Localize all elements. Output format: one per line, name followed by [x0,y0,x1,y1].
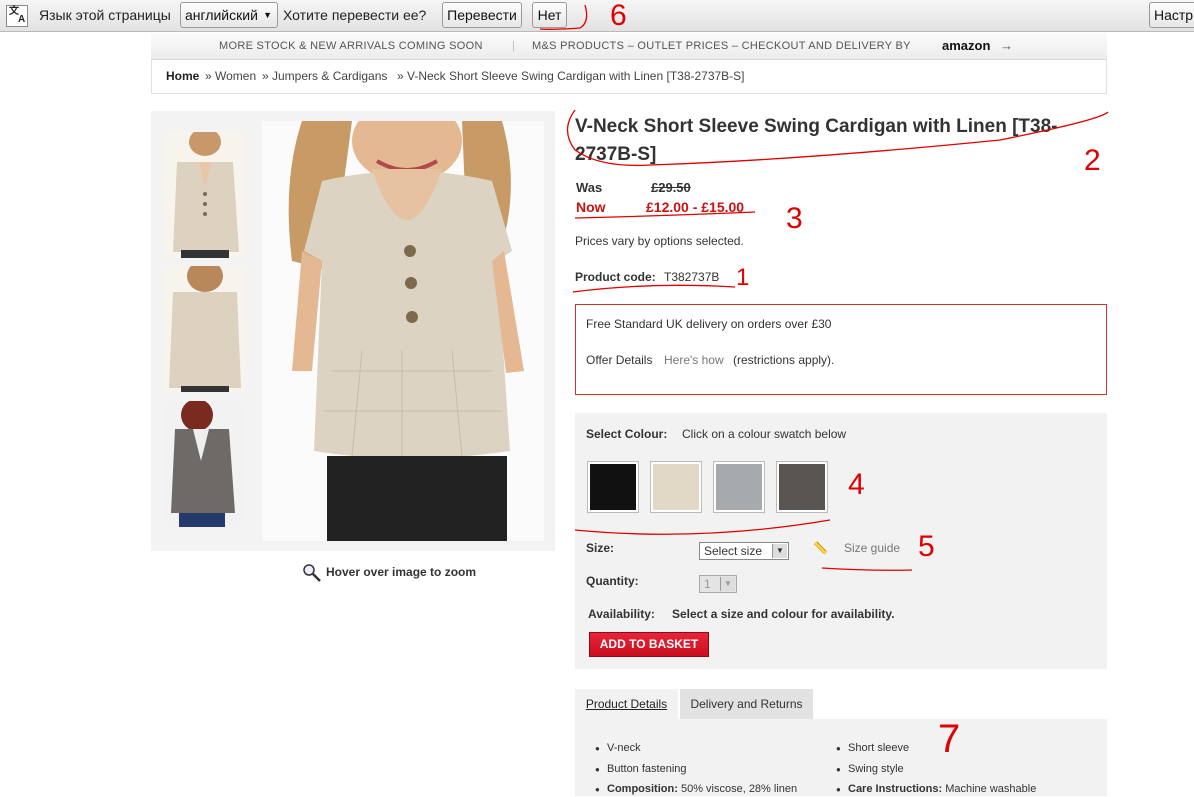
delivery-offer-box: Free Standard UK delivery on orders over… [575,304,1107,395]
size-select-value: Select size [704,544,763,558]
composition-label: Composition: [607,783,678,795]
translate-button[interactable]: Перевести [442,2,522,28]
product-gallery [151,111,555,551]
chevron-down-icon: ▼ [772,544,787,558]
thumbnail-back[interactable] [163,266,245,392]
composition-value: 50% viscose, 28% linen [680,783,798,795]
promo-bar: MORE STOCK & NEW ARRIVALS COMING SOON | … [151,33,1107,60]
free-delivery-text: Free Standard UK delivery on orders over… [586,317,832,331]
zoom-hint-text: Hover over image to zoom [326,565,477,580]
no-translate-button[interactable]: Нет [532,2,567,28]
thumbnail-front[interactable] [163,132,245,258]
cardigan-front-thumb-image [163,132,245,258]
breadcrumb-category[interactable]: » Jumpers & Cardigans [262,69,387,83]
breadcrumb-home[interactable]: Home [166,69,199,83]
cardigan-grey-thumb-image [163,401,245,527]
product-title: V-Neck Short Sleeve Swing Cardigan with … [575,113,1100,169]
heres-how-link[interactable]: Here's how [664,353,724,367]
now-label: Now [576,199,606,215]
tab-product-details[interactable]: Product Details [575,689,678,719]
bullet-composition: Composition: 50% viscose, 28% linen [595,783,798,797]
tab-delivery-returns[interactable]: Delivery and Returns [680,689,813,719]
bullet-item: Short sleeve [836,742,909,756]
annotation-underline-1 [572,284,736,293]
breadcrumb-current: » V-Neck Short Sleeve Swing Cardigan wit… [397,69,745,83]
swatch-black-fill [590,464,636,510]
language-value: английский [185,7,258,23]
product-title-line2: 2737B-S] [575,144,657,165]
quantity-select[interactable]: 1 ▼ [699,575,737,593]
translate-icon[interactable]: 文A [6,5,28,27]
now-price: £12.00 - £15.00 [646,199,745,215]
chevron-down-icon: ▼ [263,10,272,20]
arrow-right-icon: → [1000,38,1014,53]
bullet-item: Swing style [836,763,904,777]
amazon-logo: amazon [942,38,991,53]
offer-details-label: Offer Details [586,353,653,367]
promo-left-text[interactable]: MORE STOCK & NEW ARRIVALS COMING SOON [219,40,483,52]
size-select[interactable]: Select size ▼ [699,542,789,560]
was-label: Was [576,180,603,195]
annotation-number-3: 3 [786,202,803,235]
cardigan-back-thumb-image [163,266,245,392]
translate-bar: 文A Язык этой страницы английский ▼ Хотит… [0,0,1194,32]
product-options-panel: Select Colour: Click on a colour swatch … [575,413,1107,669]
size-guide-link[interactable]: Size guide [844,541,900,555]
quantity-value: 1 [704,577,711,591]
breadcrumb-women[interactable]: » Women [205,69,256,83]
was-price: £29.50 [651,180,691,195]
chevron-down-icon: ▼ [720,577,735,591]
availability-text: Select a size and colour for availabilit… [672,607,895,621]
size-label: Size: [586,541,615,555]
bullet-item: V-neck [595,742,641,756]
language-dropdown[interactable]: английский ▼ [180,2,278,28]
add-to-basket-button[interactable]: ADD TO BASKET [589,632,709,657]
care-label: Care Instructions: [848,783,943,795]
product-details-panel: V-neck Button fastening Composition: 50%… [575,719,1107,797]
annotation-number-1: 1 [736,264,749,291]
cardigan-main-image [262,121,544,541]
care-value: Machine washable [945,783,1037,795]
availability-label: Availability: [588,607,655,621]
colour-hint: Click on a colour swatch below [682,427,847,441]
translate-question: Хотите перевести ее? [283,7,427,23]
quantity-label: Quantity: [586,574,639,588]
swatch-black[interactable] [587,461,639,513]
ruler-icon: 📏 [813,541,828,555]
page-language-label: Язык этой страницы [39,7,171,23]
bullet-item: Button fastening [595,763,686,777]
product-code-label: Product code: [575,270,656,284]
magnifier-icon [303,564,321,582]
restrictions-text: (restrictions apply). [733,353,835,367]
colour-label: Select Colour: [586,427,668,441]
swatch-natural-fill [653,464,699,510]
zoom-hint: Hover over image to zoom [302,563,476,583]
product-code-value: T382737B [664,270,720,284]
thumbnail-grey[interactable] [163,401,245,527]
swatch-charcoal-fill [779,464,825,510]
breadcrumb: Home » Women » Jumpers & Cardigans » V-N… [151,60,1107,94]
product-title-line1: V-Neck Short Sleeve Swing Cardigan with … [575,116,1058,137]
swatch-natural[interactable] [650,461,702,513]
swatch-charcoal[interactable] [776,461,828,513]
promo-divider: | [512,40,516,52]
swatch-grey[interactable] [713,461,765,513]
product-tabs: Product Details Delivery and Returns V-n… [575,689,1107,797]
price-note: Prices vary by options selected. [575,234,744,248]
main-product-image[interactable] [262,121,544,541]
swatch-grey-fill [716,464,762,510]
promo-right-text[interactable]: M&S PRODUCTS – OUTLET PRICES – CHECKOUT … [532,40,911,52]
translate-settings-button[interactable]: Настр [1149,2,1194,28]
bullet-care: Care Instructions: Machine washable [836,783,1037,797]
